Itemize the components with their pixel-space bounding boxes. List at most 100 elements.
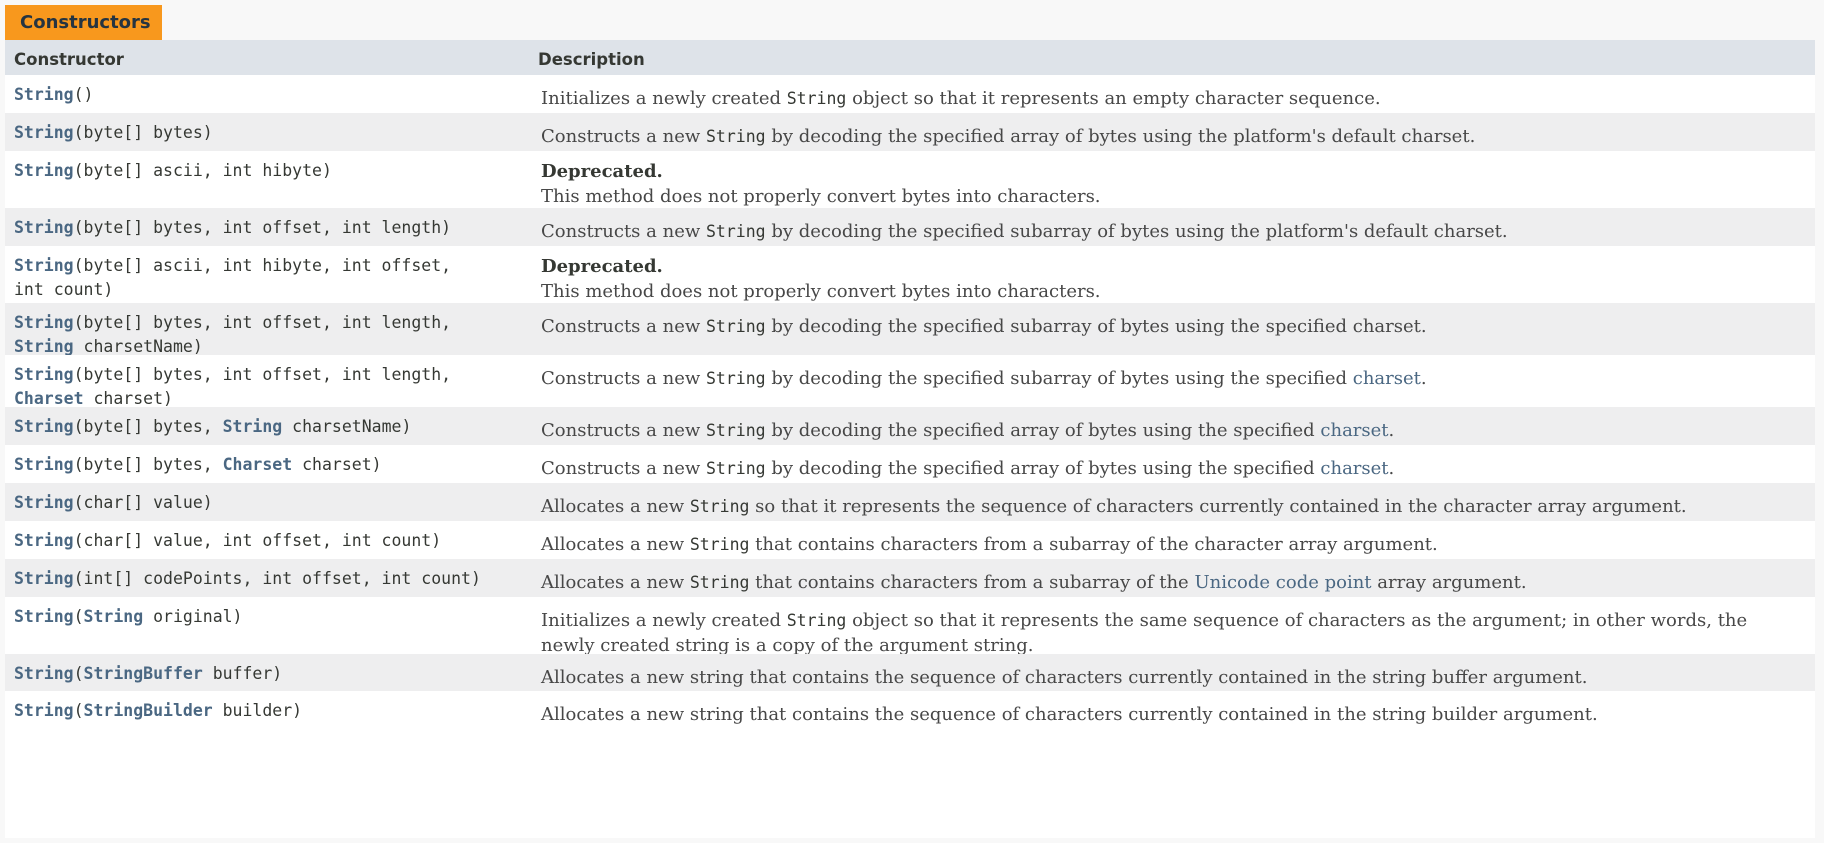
signature-params: charsetName) bbox=[282, 417, 412, 436]
description-text: This method does not properly convert by… bbox=[541, 279, 1806, 304]
code-term: String bbox=[705, 459, 766, 478]
code-term: String bbox=[705, 127, 766, 146]
description-fragment: Constructs a new bbox=[541, 458, 706, 479]
signature-params: (byte[] ascii, int hibyte) bbox=[73, 161, 332, 180]
signature-params: (char[] value, int offset, int count) bbox=[73, 531, 442, 550]
constructor-link[interactable]: String bbox=[14, 365, 74, 384]
description-fragment: object so that it represents an empty ch… bbox=[846, 88, 1381, 109]
type-link[interactable]: String bbox=[14, 337, 74, 356]
table-row: String(byte[] bytes, int offset, int len… bbox=[5, 303, 1815, 356]
constructor-signature: String(String original) bbox=[14, 605, 524, 629]
constructor-signature: String(byte[] bytes, Charset charset) bbox=[14, 453, 524, 477]
constructor-description: Allocates a new String so that it repres… bbox=[541, 494, 1806, 519]
description-fragment: Initializes a newly created bbox=[541, 88, 787, 109]
constructor-link[interactable]: String bbox=[14, 417, 74, 436]
constructor-link[interactable]: String bbox=[14, 531, 74, 550]
code-term: String bbox=[705, 421, 766, 440]
constructor-signature: String(byte[] bytes, int offset, int len… bbox=[14, 363, 524, 411]
description-text: Constructs a new String by decoding the … bbox=[541, 124, 1806, 149]
type-link[interactable]: String bbox=[223, 417, 283, 436]
description-fragment: Initializes a newly created bbox=[541, 610, 787, 631]
description-fragment: by decoding the specified subarray of by… bbox=[765, 221, 1508, 242]
description-text: Initializes a newly created String objec… bbox=[541, 608, 1806, 658]
constructor-signature: String(StringBuffer buffer) bbox=[14, 662, 524, 686]
description-fragment: This method does not properly convert by… bbox=[541, 186, 1101, 207]
code-term: String bbox=[705, 222, 766, 241]
constructor-description: Allocates a new String that contains cha… bbox=[541, 570, 1806, 595]
signature-params: ( bbox=[73, 607, 84, 626]
description-fragment: so that it represents the sequence of ch… bbox=[749, 496, 1687, 517]
signature-params: (char[] value) bbox=[73, 493, 213, 512]
constructor-description: Constructs a new String by decoding the … bbox=[541, 314, 1806, 339]
type-link[interactable]: StringBuilder bbox=[84, 701, 213, 720]
column-header-description: Description bbox=[538, 50, 645, 69]
description-link[interactable]: charset bbox=[1353, 368, 1421, 389]
table-row: String(byte[] bytes) Constructs a new Str… bbox=[5, 113, 1815, 151]
description-text: This method does not properly convert by… bbox=[541, 184, 1806, 209]
description-text: Allocates a new String that contains cha… bbox=[541, 532, 1806, 557]
type-link[interactable]: Charset bbox=[14, 389, 84, 408]
signature-params: charset) bbox=[83, 389, 173, 408]
description-text: Constructs a new String by decoding the … bbox=[541, 219, 1806, 244]
constructor-signature: String(byte[] ascii, int hibyte, int off… bbox=[14, 254, 524, 302]
signature-params: charset) bbox=[292, 455, 382, 474]
type-link[interactable]: Charset bbox=[223, 455, 293, 474]
deprecated-label: Deprecated. bbox=[541, 161, 663, 182]
description-fragment: Allocates a new bbox=[541, 496, 690, 517]
table-row: String(int[] codePoints, int offset, int… bbox=[5, 559, 1815, 597]
constructor-link[interactable]: String bbox=[14, 218, 74, 237]
signature-params: (int[] codePoints, int offset, int count… bbox=[73, 569, 481, 588]
constructor-link[interactable]: String bbox=[14, 607, 74, 626]
constructor-description: Constructs a new String by decoding the … bbox=[541, 366, 1806, 391]
constructor-signature: String(StringBuilder builder) bbox=[14, 699, 524, 723]
signature-params: builder) bbox=[212, 701, 303, 720]
constructor-link[interactable]: String bbox=[14, 455, 74, 474]
type-link[interactable]: String bbox=[84, 607, 144, 626]
column-header-constructor: Constructor bbox=[14, 50, 124, 69]
description-link[interactable]: charset bbox=[1320, 420, 1388, 441]
constructor-link[interactable]: String bbox=[14, 569, 74, 588]
description-fragment: by decoding the specified subarray of by… bbox=[765, 368, 1353, 389]
deprecated-label: Deprecated. bbox=[541, 256, 663, 277]
table-row: String(StringBuffer buffer) Allocates a n… bbox=[5, 654, 1815, 691]
signature-params: (byte[] ascii, int hibyte, int offset, i… bbox=[14, 256, 452, 299]
description-text: Allocates a new String so that it repres… bbox=[541, 494, 1806, 519]
constructor-link[interactable]: String bbox=[14, 313, 74, 332]
constructor-link[interactable]: String bbox=[14, 701, 74, 720]
description-fragment: by decoding the specified array of bytes… bbox=[765, 458, 1321, 479]
description-fragment: Constructs a new bbox=[541, 221, 706, 242]
constructor-link[interactable]: String bbox=[14, 664, 74, 683]
table-body: String() Initializes a newly created Stri… bbox=[5, 75, 1815, 728]
table-row: String(String original) Initializes a new… bbox=[5, 597, 1815, 656]
constructor-signature: String(char[] value, int offset, int cou… bbox=[14, 529, 524, 553]
description-link[interactable]: Unicode code point bbox=[1194, 572, 1371, 593]
signature-params: charsetName) bbox=[73, 337, 203, 356]
description-fragment: Allocates a new bbox=[541, 534, 690, 555]
description-text: Allocates a new string that contains the… bbox=[541, 665, 1806, 690]
constructor-signature: String(byte[] bytes, String charsetName) bbox=[14, 415, 524, 439]
constructor-link[interactable]: String bbox=[14, 493, 74, 512]
constructor-signature: String(byte[] bytes) bbox=[14, 121, 524, 145]
constructor-link[interactable]: String bbox=[14, 123, 74, 142]
constructor-description: Allocates a new String that contains cha… bbox=[541, 532, 1806, 557]
description-fragment: array argument. bbox=[1371, 572, 1527, 593]
description-fragment: by decoding the specified array of bytes… bbox=[765, 126, 1476, 147]
constructor-link[interactable]: String bbox=[14, 85, 74, 104]
table-row: String(char[] value, int offset, int cou… bbox=[5, 521, 1815, 559]
signature-params: ( bbox=[73, 664, 84, 683]
constructor-link[interactable]: String bbox=[14, 256, 74, 275]
table-row: String(StringBuilder builder) Allocates a… bbox=[5, 691, 1815, 728]
table-row: String(byte[] bytes, Charset charset) Con… bbox=[5, 445, 1815, 483]
table-row: String(byte[] ascii, int hibyte) Deprecat… bbox=[5, 151, 1815, 208]
constructor-description: Initializes a newly created String objec… bbox=[541, 86, 1806, 111]
signature-params: (byte[] bytes, int offset, int length) bbox=[73, 218, 452, 237]
code-term: String bbox=[689, 497, 750, 516]
description-text: Constructs a new String by decoding the … bbox=[541, 366, 1806, 391]
type-link[interactable]: StringBuffer bbox=[84, 664, 203, 683]
code-term: String bbox=[786, 611, 847, 630]
table-header: Constructor Description bbox=[5, 40, 1815, 75]
description-fragment: . bbox=[1388, 458, 1395, 479]
description-link[interactable]: charset bbox=[1320, 458, 1388, 479]
constructor-link[interactable]: String bbox=[14, 161, 74, 180]
description-fragment: Constructs a new bbox=[541, 316, 706, 337]
